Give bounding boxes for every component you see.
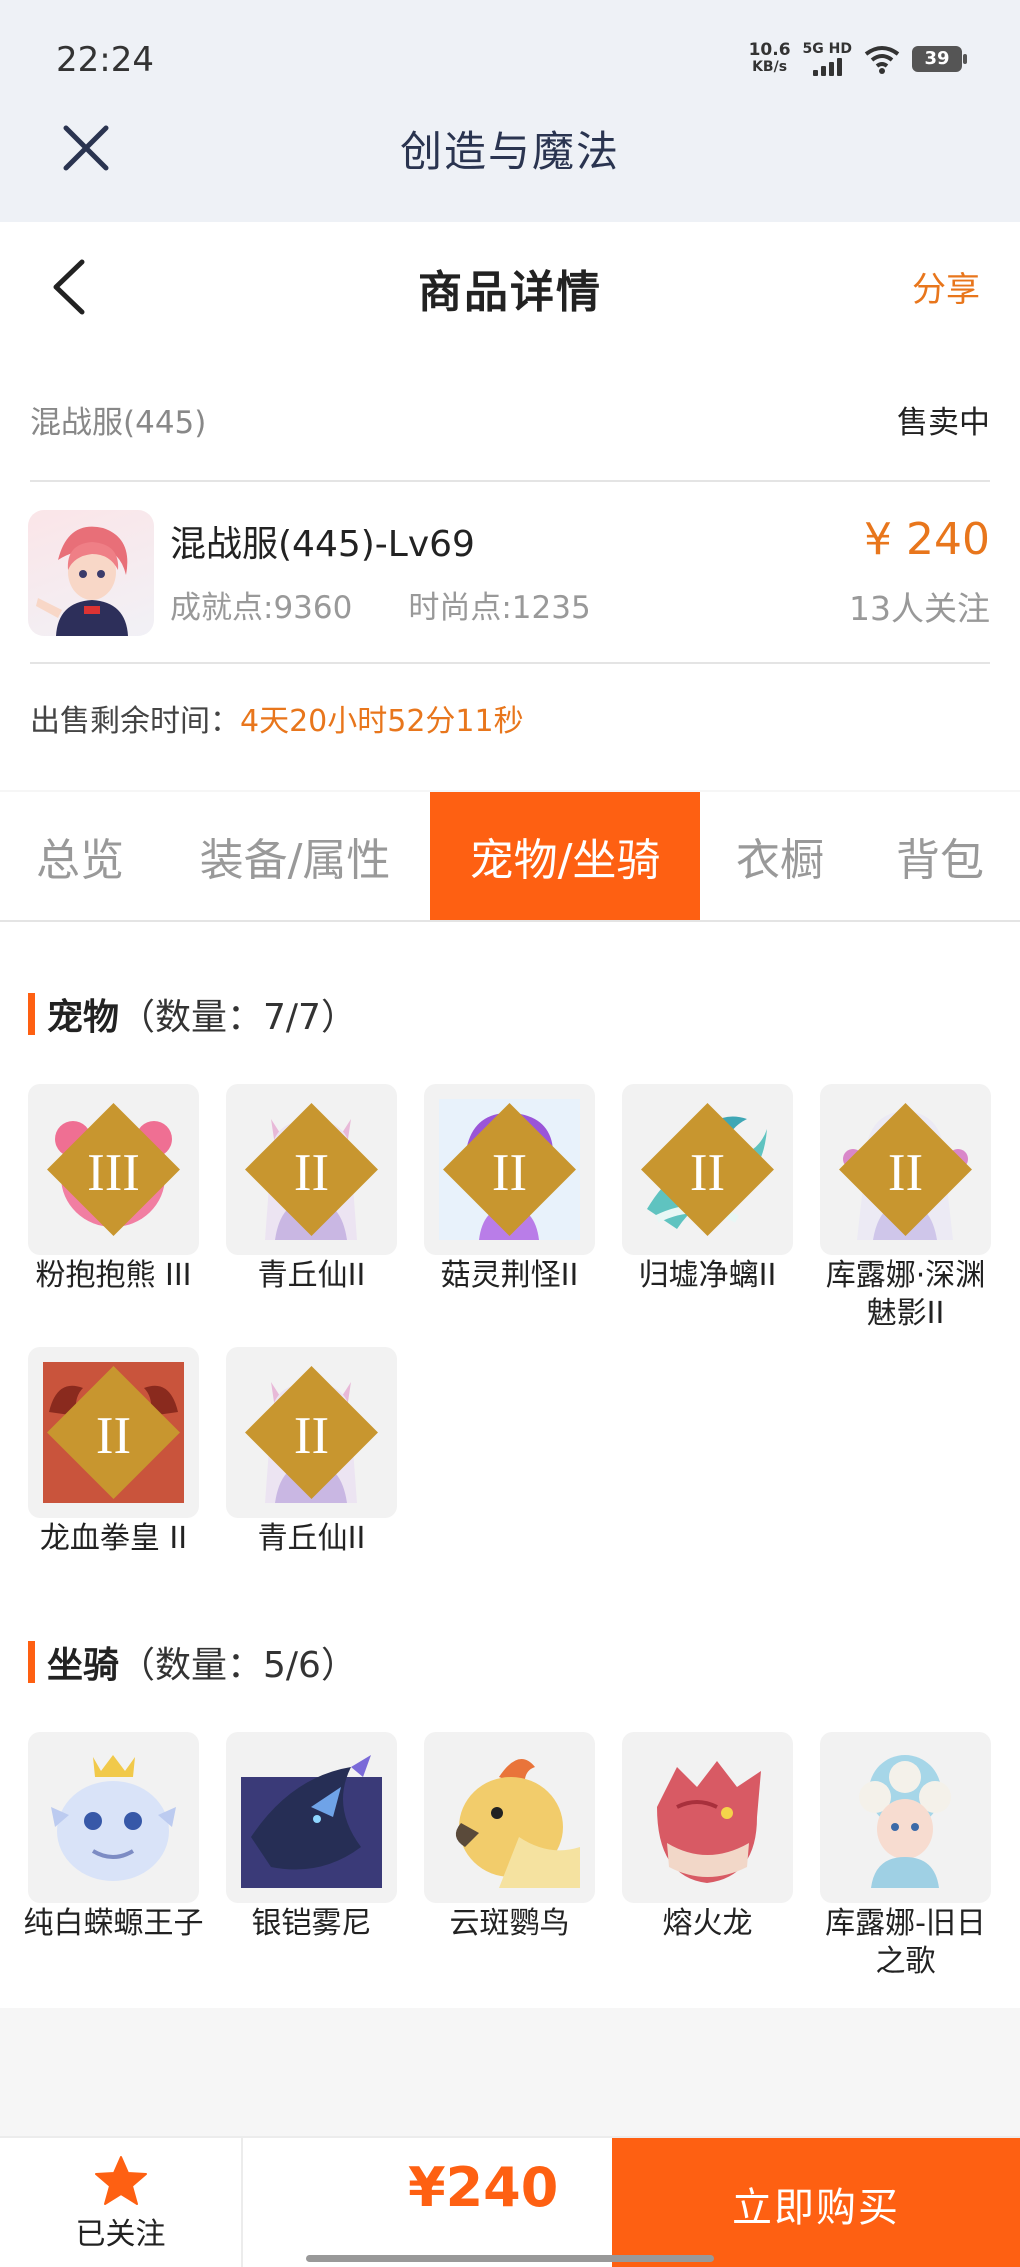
bottom-action-bar: 已关注 ¥240 立即购买 — [0, 2136, 1020, 2267]
mount-image — [820, 1732, 991, 1903]
home-indicator[interactable] — [306, 2255, 714, 2262]
svg-text:II: II — [294, 1407, 329, 1465]
mount-image — [622, 1732, 793, 1903]
fashion-points: 时尚点:1235 — [408, 590, 591, 626]
pets-section-title: 宠物 （数量：7/7） — [28, 988, 357, 1040]
svg-text:II: II — [690, 1144, 725, 1202]
svg-text:II: II — [492, 1144, 527, 1202]
svg-text:II: II — [96, 1407, 131, 1465]
time-remaining: 出售剩余时间：4天20小时52分11秒 — [30, 704, 524, 739]
mounts-section-title: 坐骑 （数量：5/6） — [28, 1636, 357, 1688]
follow-button[interactable]: 已关注 — [0, 2138, 243, 2267]
pets-grid: III 粉抱抱熊 III II 青丘仙II II 菇灵荆怪II II 归墟净螭I… — [28, 1084, 998, 1572]
pet-item[interactable]: II 归墟净螭II — [622, 1084, 793, 1333]
page-title: 商品详情 — [418, 267, 602, 318]
mount-item[interactable]: 银铠雾尼 — [226, 1732, 397, 1981]
tab-pets-mounts[interactable]: 宠物/坐骑 — [430, 792, 700, 920]
pet-image: II — [226, 1084, 397, 1255]
mount-image — [28, 1732, 199, 1903]
listing-info: 混战服(445) 售卖中 混战服(445)-Lv69 成就点:9360 时尚点:… — [0, 350, 1020, 790]
character-name: 混战服(445)-Lv69 — [170, 524, 475, 565]
app-top-bar: 22:24 10.6 KB/s 5G HD 39 创造与魔法 — [0, 0, 1020, 222]
mounts-count: （数量：5/6） — [119, 1645, 357, 1686]
pets-count: （数量：7/7） — [119, 997, 357, 1038]
character-stats: 成就点:9360 时尚点:1235 — [170, 582, 591, 627]
mount-item[interactable]: 库露娜-旧日之歌 — [820, 1732, 991, 1981]
svg-text:II: II — [294, 1144, 329, 1202]
pet-item[interactable]: II 菇灵荆怪II — [424, 1084, 595, 1333]
pet-item[interactable]: II 龙血拳皇 II — [28, 1347, 199, 1558]
server-name: 混战服(445) — [30, 404, 207, 441]
mount-image — [226, 1732, 397, 1903]
status-icons: 10.6 KB/s 5G HD 39 — [748, 40, 967, 76]
pet-item[interactable]: II 青丘仙II — [226, 1347, 397, 1558]
net-speed: 10.6 KB/s — [748, 40, 791, 76]
pet-image: II — [622, 1084, 793, 1255]
mount-item[interactable]: 纯白蝾螈王子 — [24, 1732, 204, 1981]
battery-icon: 39 — [912, 46, 967, 72]
character-avatar — [28, 510, 154, 636]
svg-text:II: II — [888, 1144, 923, 1202]
bottom-price: ¥240 — [408, 2156, 559, 2219]
tab-equipment[interactable]: 装备/属性 — [160, 792, 430, 920]
buy-now-button[interactable]: 立即购买 — [612, 2138, 1020, 2267]
pet-item[interactable]: II 库露娜·深渊魅影II — [820, 1084, 991, 1333]
tab-bar: 总览 装备/属性 宠物/坐骑 衣橱 背包 — [0, 792, 1020, 922]
mount-image — [424, 1732, 595, 1903]
sale-status: 售卖中 — [897, 404, 990, 441]
pet-image: II — [226, 1347, 397, 1518]
pet-image: III — [28, 1084, 199, 1255]
tab-overview[interactable]: 总览 — [0, 792, 160, 920]
app-title: 创造与魔法 — [399, 127, 620, 176]
share-button[interactable]: 分享 — [912, 262, 980, 311]
pet-image: II — [424, 1084, 595, 1255]
pets-mounts-panel: 宠物 （数量：7/7） III 粉抱抱熊 III II 青丘仙II II 菇灵荆… — [0, 922, 1020, 2008]
pet-image: II — [820, 1084, 991, 1255]
star-icon — [94, 2155, 147, 2205]
pet-item[interactable]: III 粉抱抱熊 III — [28, 1084, 199, 1333]
pet-item[interactable]: II 青丘仙II — [226, 1084, 397, 1333]
mount-item[interactable]: 云斑鹦鸟 — [424, 1732, 595, 1981]
wifi-icon — [864, 46, 900, 74]
listing-price: ¥ 240 — [864, 514, 990, 565]
page-header: 商品详情 分享 — [0, 222, 1020, 350]
divider — [30, 480, 990, 482]
followers-count: 13人关注 — [849, 589, 990, 628]
mount-item[interactable]: 熔火龙 — [622, 1732, 793, 1981]
pet-image: II — [28, 1347, 199, 1518]
cellular-signal-icon: 5G HD — [803, 42, 852, 76]
mounts-grid: 纯白蝾螈王子 银铠雾尼 云斑鹦鸟 熔火龙 库露娜-旧日之歌 — [24, 1732, 998, 1995]
tab-wardrobe[interactable]: 衣橱 — [700, 792, 860, 920]
svg-text:III: III — [87, 1144, 140, 1202]
status-time: 22:24 — [56, 40, 154, 80]
tab-bag[interactable]: 背包 — [860, 792, 1020, 920]
divider — [30, 662, 990, 664]
achievement-points: 成就点:9360 — [170, 590, 353, 626]
time-remaining-value: 4天20小时52分11秒 — [240, 704, 524, 739]
